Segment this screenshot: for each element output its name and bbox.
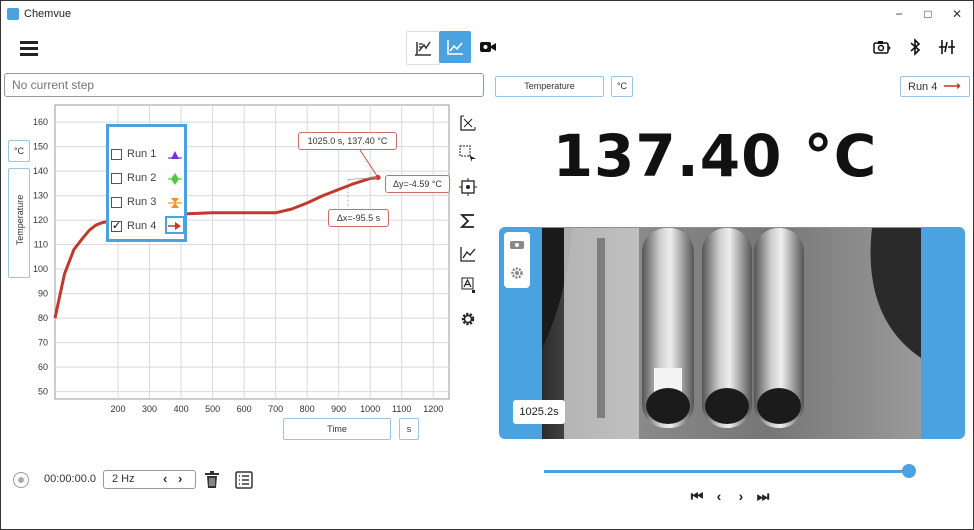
- hamburger-icon: [20, 41, 38, 44]
- legend-label: Run 3: [127, 196, 157, 208]
- bluetooth-icon: [910, 38, 921, 56]
- close-button[interactable]: ✕: [949, 6, 965, 22]
- run-arrow-icon: ⟶: [943, 79, 961, 93]
- legend-label: Run 4: [127, 220, 157, 232]
- autoscale-button[interactable]: [459, 114, 479, 134]
- select-region-icon: [459, 145, 476, 162]
- menu-button[interactable]: [20, 41, 38, 56]
- record-button[interactable]: [13, 472, 29, 488]
- y-axis-label: Temperature: [15, 194, 25, 246]
- x-axis-select[interactable]: Time: [283, 418, 391, 440]
- delta-y-annotation[interactable]: Δy=-4.59 °C: [385, 175, 450, 193]
- run-4-checkbox[interactable]: ✓: [111, 221, 122, 232]
- table-view-button[interactable]: [406, 31, 440, 65]
- playback-slider-handle[interactable]: [902, 464, 916, 478]
- rate-increase-button[interactable]: ›: [178, 471, 182, 486]
- graph-view-button[interactable]: [439, 31, 471, 63]
- table-line-icon: [415, 41, 431, 56]
- video-camera-icon: [480, 42, 496, 52]
- legend-item-run-3[interactable]: Run 3: [111, 194, 185, 214]
- gear-icon: [461, 312, 475, 326]
- sensor-connect-button[interactable]: [938, 38, 956, 56]
- camera-snapshot-button[interactable]: [873, 38, 891, 56]
- arrow-marker-icon: [168, 222, 181, 230]
- rate-decrease-button[interactable]: ‹: [163, 471, 167, 486]
- annotation-icon: [461, 277, 475, 293]
- previous-frame-button[interactable]: ‹: [712, 488, 726, 504]
- data-list-button[interactable]: [235, 471, 253, 489]
- next-frame-button[interactable]: ›: [734, 488, 748, 504]
- camera-toggle-icon[interactable]: [509, 239, 525, 251]
- camera-timestamp: 1025.2s: [513, 400, 565, 424]
- triangle-marker-icon: [168, 151, 182, 159]
- run-select-label: Run 4: [908, 81, 938, 93]
- legend-label: Run 2: [127, 172, 157, 184]
- camera-snapshot-icon: [873, 41, 891, 54]
- chart-legend: Run 1 Run 2 Run 3 ✓ Run 4: [106, 124, 187, 242]
- run-select[interactable]: Run 4 ⟶: [900, 76, 970, 97]
- camera-feed-image: [542, 228, 921, 439]
- current-reading: 137.40 °C: [552, 122, 878, 190]
- title-bar: Chemvue − □ ✕: [0, 0, 974, 28]
- select-region-button[interactable]: [459, 145, 479, 165]
- run-3-checkbox[interactable]: [111, 197, 122, 208]
- first-frame-button[interactable]: ⏮: [690, 488, 704, 505]
- crosshair-icon: [459, 178, 477, 196]
- hourglass-marker-icon: [168, 198, 182, 208]
- recording-timer: 00:00:00.0: [44, 473, 96, 485]
- camera-controls: [504, 232, 530, 288]
- sensor-connect-icon: [939, 40, 955, 54]
- run-1-checkbox[interactable]: [111, 149, 122, 160]
- legend-item-run-4[interactable]: ✓ Run 4: [111, 216, 185, 238]
- sample-rate-select[interactable]: 2 Hz ‹ ›: [103, 470, 196, 489]
- line-graph-icon: [447, 40, 463, 55]
- minimize-button[interactable]: −: [891, 6, 907, 22]
- point-annotation[interactable]: 1025.0 s, 137.40 °C: [298, 132, 397, 150]
- add-annotation-button[interactable]: [459, 276, 479, 296]
- y-axis-select[interactable]: Temperature: [8, 168, 30, 278]
- legend-item-run-2[interactable]: Run 2: [111, 170, 185, 190]
- crosshair-button[interactable]: [459, 178, 479, 198]
- curve-fit-button[interactable]: [459, 245, 479, 265]
- curve-fit-icon: [460, 247, 476, 262]
- autoscale-icon: [460, 115, 476, 131]
- camera-settings-icon[interactable]: [509, 265, 525, 281]
- maximize-button[interactable]: □: [920, 6, 936, 22]
- trash-icon: [205, 471, 219, 488]
- test-tube-illustration: [542, 228, 921, 439]
- last-frame-button[interactable]: ⏭: [756, 488, 770, 505]
- statistics-button[interactable]: [459, 212, 479, 232]
- x-unit-button[interactable]: s: [399, 418, 419, 440]
- sample-rate-value: 2 Hz: [112, 473, 135, 485]
- current-step-input[interactable]: [4, 73, 484, 97]
- y-unit-button[interactable]: °C: [8, 140, 30, 162]
- app-logo-icon: [7, 8, 19, 20]
- delta-x-annotation[interactable]: Δx=-95.5 s: [328, 209, 389, 227]
- legend-label: Run 1: [127, 148, 157, 160]
- sigma-icon: [459, 214, 474, 228]
- run-2-checkbox[interactable]: [111, 173, 122, 184]
- legend-item-run-1[interactable]: Run 1: [111, 146, 185, 166]
- camera-view-button[interactable]: [472, 31, 504, 63]
- playback-slider[interactable]: [544, 470, 908, 473]
- diamond-marker-icon: [168, 173, 182, 185]
- bluetooth-button[interactable]: [906, 38, 924, 56]
- graph-settings-button[interactable]: [459, 310, 479, 330]
- list-icon: [235, 471, 253, 489]
- display-unit-button[interactable]: °C: [611, 76, 633, 97]
- delete-button[interactable]: [204, 471, 220, 489]
- measurement-select[interactable]: Temperature: [495, 76, 604, 97]
- app-title: Chemvue: [24, 8, 72, 20]
